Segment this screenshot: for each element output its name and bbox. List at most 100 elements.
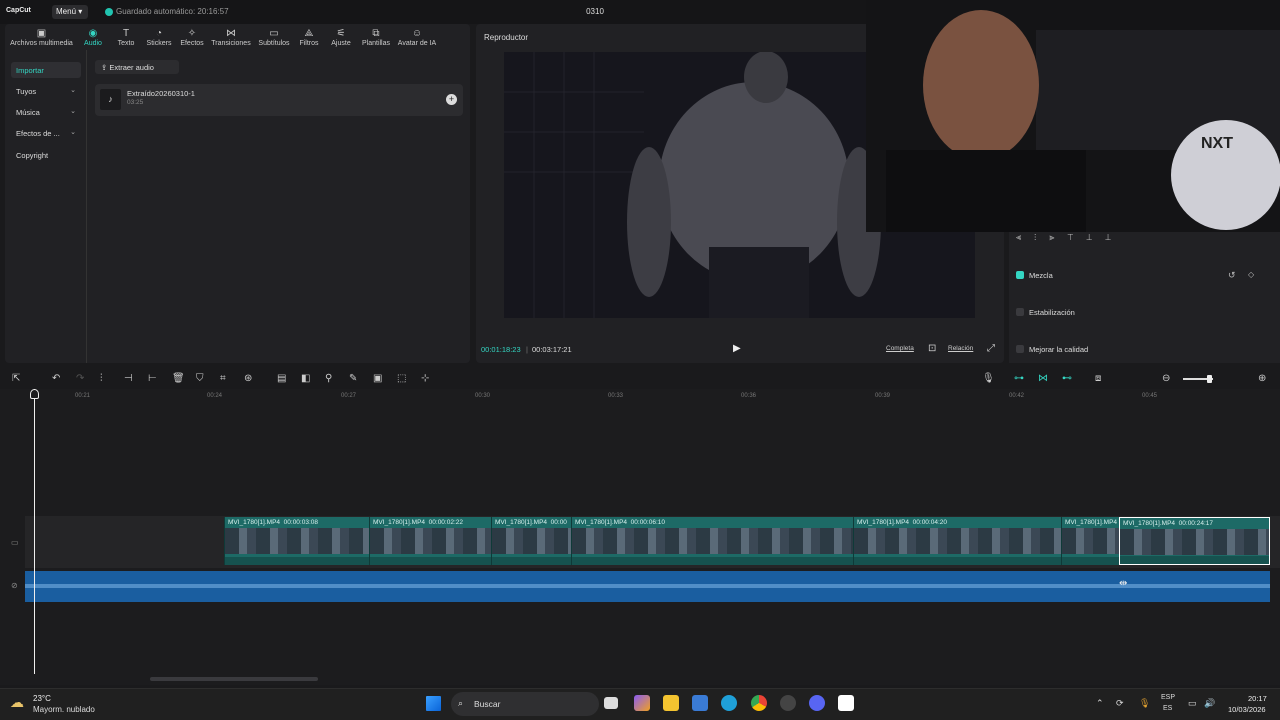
- tab-media[interactable]: ▣ Archivos multimedia: [8, 28, 75, 50]
- ruler-tick: 00:21: [75, 393, 91, 399]
- app-icon[interactable]: [780, 695, 796, 711]
- detect-icon[interactable]: ⊹: [421, 373, 429, 384]
- tab-label: Stickers: [146, 40, 172, 47]
- tab-templates[interactable]: ⧉ Plantillas: [358, 28, 394, 50]
- chrome-icon[interactable]: [751, 695, 767, 711]
- crop-icon[interactable]: ⌗: [220, 373, 226, 384]
- tab-text[interactable]: T Texto: [114, 28, 138, 50]
- tab-audio[interactable]: ◉ Audio: [82, 28, 104, 50]
- export-frame-icon[interactable]: ⬚: [397, 373, 406, 384]
- horizontal-scrollbar[interactable]: [150, 677, 318, 681]
- weather-description[interactable]: Mayorm. nublado: [33, 705, 95, 714]
- mirror-icon[interactable]: ◧: [301, 373, 310, 384]
- speed-icon[interactable]: ⊛: [244, 373, 252, 384]
- clip-name: MVI_1780[1].MP4: [575, 519, 628, 526]
- playhead[interactable]: [34, 389, 35, 674]
- svg-text:NXT: NXT: [1201, 135, 1233, 152]
- sidebar-item-yours[interactable]: Tuyos ⌄: [11, 83, 81, 99]
- keyframe-icon[interactable]: ◇: [1248, 270, 1254, 279]
- video-clip[interactable]: MVI_1780[1].MP4: [1061, 517, 1119, 565]
- aspect-ratio-button[interactable]: Relación: [948, 345, 973, 352]
- clip-name: MVI_1780[1].MP4: [1123, 520, 1176, 527]
- sidebar-item-music[interactable]: Música ⌄: [11, 104, 81, 120]
- split-icon[interactable]: ⫶: [100, 373, 103, 384]
- delete-icon[interactable]: 🗑: [172, 373, 185, 384]
- discord-icon[interactable]: [809, 695, 825, 711]
- clip-duration: 00:00: [550, 519, 567, 526]
- person-icon[interactable]: ⚲: [325, 373, 332, 384]
- tab-adjust[interactable]: ⚟ Ajuste: [328, 28, 354, 50]
- clock-date[interactable]: 10/03/2026: [1228, 705, 1266, 714]
- keyboard-layout[interactable]: ES: [1163, 705, 1172, 712]
- full-quality-button[interactable]: Completa: [886, 345, 914, 352]
- tab-filters[interactable]: ⟁ Filtros: [296, 28, 322, 50]
- video-clip[interactable]: MVI_1780[1].MP4 00:00:03:08: [224, 517, 369, 565]
- playhead-handle[interactable]: [30, 389, 39, 399]
- zoom-slider-handle[interactable]: [1207, 375, 1212, 383]
- tab-transitions[interactable]: ⋈ Transiciones: [210, 28, 252, 50]
- microphone-tray-icon[interactable]: 🎙: [1139, 698, 1150, 709]
- redo-icon[interactable]: ↷: [76, 373, 84, 384]
- extract-audio-button[interactable]: ⇪ Extraer audio: [95, 60, 179, 74]
- play-icon[interactable]: ▶: [733, 343, 741, 354]
- enhance-checkbox[interactable]: [1016, 345, 1024, 353]
- audio-item-duration: 03:25: [127, 99, 144, 106]
- reset-icon[interactable]: ↺: [1228, 270, 1236, 281]
- magnet-icon[interactable]: ⋈: [1038, 373, 1048, 384]
- add-icon[interactable]: +: [446, 94, 457, 105]
- undo-icon[interactable]: ↶: [52, 373, 60, 384]
- tab-effects[interactable]: ✧ Efectos: [178, 28, 206, 50]
- windows-start-icon[interactable]: [426, 696, 441, 711]
- copilot-icon[interactable]: [634, 695, 650, 711]
- preview-axis-icon[interactable]: ⧈: [1095, 373, 1101, 384]
- clock-time[interactable]: 20:17: [1248, 694, 1267, 703]
- zoom-in-icon[interactable]: ⊕: [1258, 373, 1266, 384]
- edit-icon[interactable]: ▤: [277, 373, 286, 384]
- task-view-icon[interactable]: [604, 697, 618, 709]
- video-clip[interactable]: MVI_1780[1].MP4 00:00:06:10: [571, 517, 853, 565]
- weather-temp[interactable]: 23°C: [33, 694, 51, 703]
- capcut-taskbar-icon[interactable]: [838, 695, 854, 711]
- display-icon[interactable]: ▭: [1188, 698, 1197, 709]
- chevron-down-icon: ⌄: [70, 129, 76, 136]
- select-tool-icon[interactable]: ⇱: [12, 373, 20, 384]
- blend-checkbox[interactable]: [1016, 271, 1024, 279]
- store-icon[interactable]: [692, 695, 708, 711]
- clip-thumbnails: [1120, 529, 1269, 555]
- split-left-icon[interactable]: ⊣: [124, 373, 133, 384]
- tab-subtitles[interactable]: ▭ Subtítulos: [256, 28, 292, 50]
- link-icon[interactable]: ⊷: [1062, 373, 1072, 384]
- tab-label: Efectos: [180, 40, 204, 47]
- sync-icon[interactable]: ⟳: [1116, 698, 1124, 709]
- zoom-out-icon[interactable]: ⊖: [1162, 373, 1170, 384]
- sidebar-item-label: Tuyos: [16, 87, 37, 96]
- screenshot-icon[interactable]: ⊡: [928, 343, 936, 354]
- menu-button[interactable]: Menú ▾: [52, 5, 88, 19]
- file-explorer-icon[interactable]: [663, 695, 679, 711]
- shield-icon[interactable]: ⛉: [196, 373, 204, 384]
- sidebar-item-copyright[interactable]: Copyright: [11, 147, 81, 163]
- sidebar-item-import[interactable]: Importar: [11, 62, 81, 78]
- video-clip[interactable]: MVI_1780[1].MP4 00:00: [491, 517, 571, 565]
- magic-icon[interactable]: ✎: [349, 373, 357, 384]
- clip-duration: 00:00:03:08: [283, 519, 318, 526]
- caption-icon[interactable]: ▣: [373, 373, 382, 384]
- tab-stickers[interactable]: ◔ Stickers: [144, 28, 174, 50]
- link-main-icon[interactable]: ⊶: [1014, 373, 1024, 384]
- stabilize-checkbox[interactable]: [1016, 308, 1024, 316]
- video-clip-selected[interactable]: MVI_1780[1].MP4 00:00:24:17: [1119, 517, 1270, 565]
- video-clip[interactable]: MVI_1780[1].MP4 00:00:02:22: [369, 517, 491, 565]
- video-clip[interactable]: MVI_1780[1].MP4 00:00:04:20: [853, 517, 1061, 565]
- split-right-icon[interactable]: ⊢: [148, 373, 157, 384]
- edge-icon[interactable]: [721, 695, 737, 711]
- align-toolbar[interactable]: ⫷⫶⫸⊤⊥⊥: [1016, 232, 1212, 244]
- language-indicator[interactable]: ESP: [1161, 694, 1175, 701]
- weather-icon[interactable]: ☁: [10, 694, 24, 711]
- stabilize-label: Estabilización: [1029, 308, 1075, 317]
- microphone-icon[interactable]: 🎙: [982, 373, 995, 384]
- tab-ai-avatar[interactable]: ☺ Avatar de IA: [396, 28, 438, 50]
- sidebar-item-sound-effects[interactable]: Efectos de ... ⌄: [11, 125, 81, 141]
- fullscreen-icon[interactable]: ⤢: [987, 343, 995, 354]
- chevron-up-icon[interactable]: ⌃: [1096, 698, 1104, 709]
- volume-icon[interactable]: 🔊: [1204, 698, 1215, 709]
